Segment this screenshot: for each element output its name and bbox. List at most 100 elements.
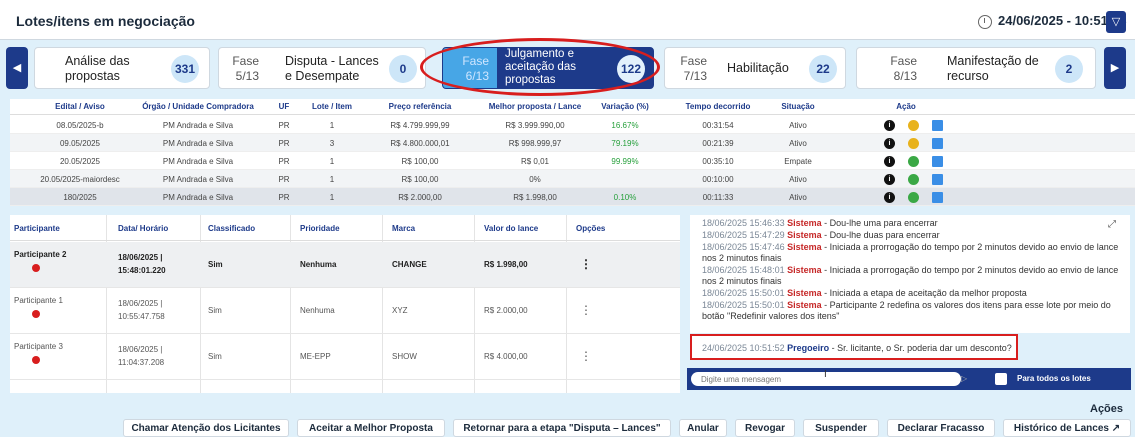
action-status-icon[interactable] xyxy=(908,138,919,149)
text-cursor-icon: I xyxy=(824,369,827,380)
options-kebab-icon[interactable]: ⋮ xyxy=(580,303,592,317)
cell-uf: PR xyxy=(278,175,290,184)
cell-participante: Participante 2 xyxy=(14,250,67,259)
chat-panel: ⤢ 18/06/2025 15:46:33 Sistema - Dou-lhe … xyxy=(690,215,1130,333)
select-square-icon[interactable] xyxy=(932,138,943,149)
cell-orgao: PM Andrada e Silva xyxy=(162,139,234,148)
cell-prioridade: Nenhuma xyxy=(300,260,337,269)
select-square-icon[interactable] xyxy=(932,120,943,131)
action-status-icon[interactable] xyxy=(908,174,919,185)
cell-tempo: 00:21:39 xyxy=(702,139,734,148)
cell-data: 18/06/2025 | xyxy=(118,253,163,262)
phase-card-habilitacao[interactable]: Fase 7/13 Habilitação 22 xyxy=(664,47,846,89)
cell-tempo: 00:11:33 xyxy=(702,193,734,202)
cell-uf: PR xyxy=(278,139,290,148)
phase-card-recurso[interactable]: Fase 8/13 Manifestação de recurso 2 xyxy=(856,47,1096,89)
next-phase-button[interactable]: ▶ xyxy=(1104,47,1126,89)
options-kebab-icon[interactable]: ⋮ xyxy=(580,257,592,271)
bids-table-header: Participante Data/ Horário Classificado … xyxy=(10,215,680,241)
select-square-icon[interactable] xyxy=(932,192,943,203)
select-square-icon[interactable] xyxy=(932,156,943,167)
filter-icon[interactable]: ▽ xyxy=(1106,11,1126,33)
prev-phase-button[interactable]: ◀ xyxy=(6,47,28,89)
highlight-circle xyxy=(420,38,660,96)
cell-data: 18/06/2025 | xyxy=(118,345,163,354)
status-dot xyxy=(32,264,40,272)
cell-lote: 1 xyxy=(329,193,335,202)
cell-preco: R$ 4.800.000,01 xyxy=(390,139,450,148)
cell-orgao: PM Andrada e Silva xyxy=(162,121,234,130)
cell-marca: CHANGE xyxy=(392,260,427,269)
all-lots-checkbox[interactable] xyxy=(995,373,1007,385)
col-orgao: Órgão / Unidade Compradora xyxy=(142,102,254,111)
table-row[interactable]: Participante 1 18/06/2025 | 10:55:47.758… xyxy=(10,288,680,334)
col-valor: Valor do lance xyxy=(484,224,539,233)
info-icon[interactable]: i xyxy=(884,138,895,149)
col-classificado: Classificado xyxy=(208,224,256,233)
accept-best-proposal-button[interactable]: Aceitar a Melhor Proposta xyxy=(297,419,445,437)
revoke-button[interactable]: Revogar xyxy=(735,419,795,437)
cell-uf: PR xyxy=(278,121,290,130)
cell-edital: 180/2025 xyxy=(63,193,97,202)
return-to-dispute-button[interactable]: Retornar para a etapa "Disputa – Lances" xyxy=(453,419,671,437)
phase-name: Manifestação de recurso xyxy=(947,54,1039,83)
select-square-icon[interactable] xyxy=(932,174,943,185)
annul-button[interactable]: Anular xyxy=(679,419,727,437)
cell-edital: 20.05/2025 xyxy=(59,157,101,166)
cell-hora: 15:48:01.220 xyxy=(118,266,166,275)
phase-number: Fase 8/13 xyxy=(890,54,917,83)
cell-preco: R$ 2.000,00 xyxy=(398,193,442,202)
phase-count: 22 xyxy=(809,55,837,83)
table-row[interactable]: Participante 2 18/06/2025 | 15:48:01.220… xyxy=(10,242,680,288)
pregoeiro-message-highlight: 24/06/2025 10:51:52 Pregoeiro - Sr. lici… xyxy=(690,334,1018,360)
lots-table: Edital / Aviso Órgão / Unidade Comprador… xyxy=(10,99,1135,206)
chat-message: 18/06/2025 15:50:01 Sistema - Iniciada a… xyxy=(702,288,1027,298)
cell-hora: 11:04:37.208 xyxy=(118,358,165,367)
lots-table-header: Edital / Aviso Órgão / Unidade Comprador… xyxy=(10,99,1135,115)
col-melhor: Melhor proposta / Lance xyxy=(488,102,582,111)
cell-hora: 10:55:47.758 xyxy=(118,312,165,321)
table-row[interactable]: Participante 3 18/06/2025 | 11:04:37.208… xyxy=(10,334,680,380)
cell-situacao: Ativo xyxy=(789,193,807,202)
table-row[interactable]: 20.05/2025 PM Andrada e Silva PR 1 R$ 10… xyxy=(10,152,1135,170)
call-attention-button[interactable]: Chamar Atenção dos Licitantes xyxy=(123,419,289,437)
cell-orgao: PM Andrada e Silva xyxy=(162,175,234,184)
phase-card-disputa[interactable]: Fase 5/13 Disputa - Lances e Desempate 0 xyxy=(218,47,426,89)
table-row[interactable]: 09.05/2025 PM Andrada e Silva PR 3 R$ 4.… xyxy=(10,134,1135,152)
top-bar: Lotes/itens em negociação 24/06/2025 - 1… xyxy=(0,0,1135,40)
cell-data: 18/06/2025 | xyxy=(118,299,163,308)
col-prioridade: Prioridade xyxy=(300,224,340,233)
cell-melhor: R$ 3.999.990,00 xyxy=(505,121,565,130)
actions-title: Ações xyxy=(1090,403,1124,415)
chat-message: 18/06/2025 15:50:01 Sistema - Participan… xyxy=(702,300,1111,321)
bid-history-button[interactable]: Histórico de Lances ↗ xyxy=(1003,419,1131,437)
table-row[interactable]: 08.05/2025-b PM Andrada e Silva PR 1 R$ … xyxy=(10,116,1135,134)
table-row[interactable]: 20.05/2025-maiordesc PM Andrada e Silva … xyxy=(10,170,1135,188)
cell-participante: Participante 1 xyxy=(14,296,63,305)
info-icon[interactable]: i xyxy=(884,174,895,185)
cell-preco: R$ 100,00 xyxy=(401,157,439,166)
cell-melhor: R$ 998.999,97 xyxy=(508,139,562,148)
cell-melhor: R$ 1.998,00 xyxy=(513,193,557,202)
phase-card-analise[interactable]: Análise das propostas 331 xyxy=(34,47,210,89)
action-status-icon[interactable] xyxy=(908,192,919,203)
info-icon[interactable]: i xyxy=(884,156,895,167)
action-status-icon[interactable] xyxy=(908,156,919,167)
info-icon[interactable]: i xyxy=(884,192,895,203)
options-kebab-icon[interactable]: ⋮ xyxy=(580,349,592,363)
col-acao: Ação xyxy=(896,102,916,111)
cell-variacao: 99.99% xyxy=(611,157,639,166)
action-status-icon[interactable] xyxy=(908,120,919,131)
info-icon[interactable]: i xyxy=(884,120,895,131)
send-icon[interactable]: ▷ xyxy=(961,374,967,383)
cell-prioridade: ME-EPP xyxy=(300,352,331,361)
cell-situacao: Ativo xyxy=(789,175,807,184)
cell-orgao: PM Andrada e Silva xyxy=(162,193,234,202)
suspend-button[interactable]: Suspender xyxy=(803,419,879,437)
cell-uf: PR xyxy=(278,157,290,166)
cell-variacao: 79.19% xyxy=(611,139,639,148)
cell-tempo: 00:10:00 xyxy=(702,175,734,184)
table-row-selected[interactable]: 180/2025 PM Andrada e Silva PR 1 R$ 2.00… xyxy=(10,188,1135,206)
declare-failure-button[interactable]: Declarar Fracasso xyxy=(887,419,995,437)
cell-tempo: 00:31:54 xyxy=(702,121,734,130)
